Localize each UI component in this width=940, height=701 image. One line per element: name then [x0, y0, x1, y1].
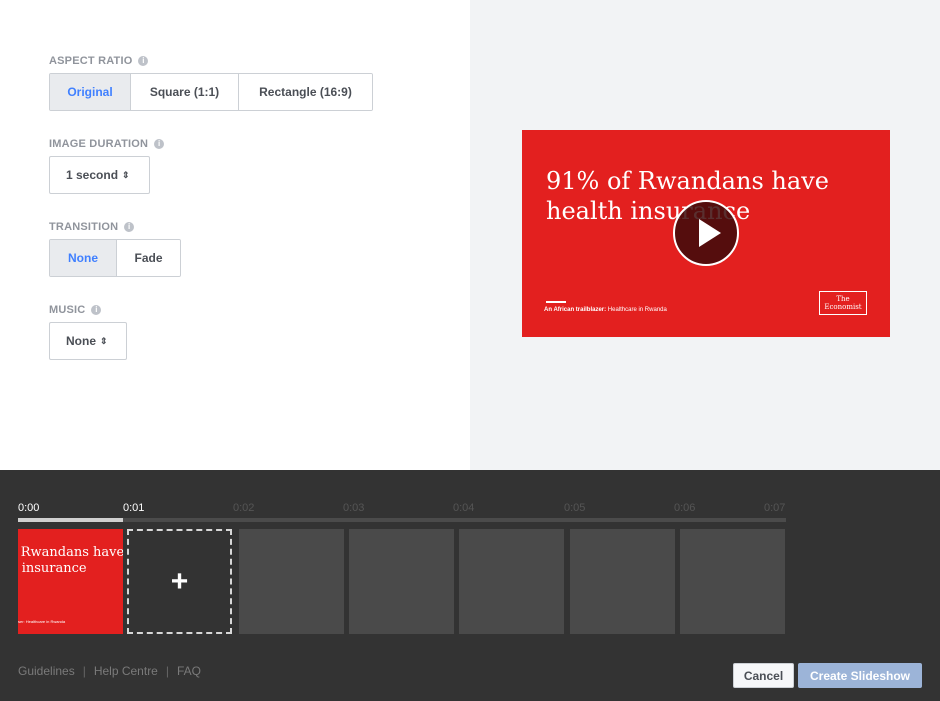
transition-label: TRANSITION i	[49, 221, 135, 233]
image-duration-dropdown[interactable]: 1 second ⇕	[49, 156, 150, 194]
slide-thumbnail[interactable]: of Rwandans have th insurance ser: Healt…	[18, 529, 123, 634]
aspect-rectangle-button[interactable]: Rectangle (16:9)	[239, 74, 372, 110]
aspect-ratio-label: ASPECT RATIO i	[49, 55, 149, 67]
timeline-tick: 0:06	[674, 502, 696, 514]
timeline-tick: 0:00	[18, 502, 40, 514]
music-label: MUSIC i	[49, 304, 102, 316]
thumbnail-text: of Rwandans have th insurance	[18, 545, 123, 576]
play-button[interactable]	[673, 200, 739, 266]
help-centre-link[interactable]: Help Centre	[94, 664, 158, 678]
create-slideshow-button[interactable]: Create Slideshow	[798, 663, 922, 688]
empty-slot	[239, 529, 344, 634]
empty-slot	[680, 529, 785, 634]
sort-caret-icon: ⇕	[100, 335, 108, 346]
timeline-tick: 0:03	[343, 502, 365, 514]
add-image-button[interactable]: +	[127, 529, 232, 634]
transition-selector: None Fade	[49, 239, 181, 277]
info-icon[interactable]: i	[124, 222, 135, 232]
timeline-panel: 0:00 0:01 0:02 0:03 0:04 0:05 0:06 0:07 …	[0, 470, 940, 701]
cancel-button[interactable]: Cancel	[733, 663, 794, 688]
timeline-progress	[18, 518, 124, 522]
guidelines-link[interactable]: Guidelines	[18, 664, 75, 678]
empty-slot	[459, 529, 564, 634]
preview-divider	[546, 301, 566, 303]
play-icon	[699, 219, 721, 247]
footer-links: Guidelines | Help Centre | FAQ	[18, 664, 201, 678]
faq-link[interactable]: FAQ	[177, 664, 201, 678]
info-icon[interactable]: i	[154, 139, 165, 149]
info-icon[interactable]: i	[91, 305, 102, 315]
thumbnail-caption: ser: Healthcare in Rwanda	[18, 619, 66, 624]
empty-slot	[349, 529, 454, 634]
timeline-tick: 0:02	[233, 502, 255, 514]
link-separator: |	[82, 664, 86, 678]
timeline-tick: 0:07	[764, 502, 786, 514]
sort-caret-icon: ⇕	[122, 169, 130, 180]
economist-logo: The Economist	[819, 291, 867, 315]
preview-caption: An African trailblazer: Healthcare in Rw…	[544, 307, 667, 313]
aspect-original-button[interactable]: Original	[50, 74, 131, 110]
info-icon[interactable]: i	[138, 56, 149, 66]
timeline-tick: 0:01	[123, 502, 145, 514]
settings-and-preview: ASPECT RATIO i Original Square (1:1) Rec…	[0, 0, 940, 470]
aspect-square-button[interactable]: Square (1:1)	[131, 74, 239, 110]
transition-none-button[interactable]: None	[50, 240, 117, 276]
slideshow-preview: 91% of Rwandans have health insurance An…	[522, 130, 890, 337]
transition-fade-button[interactable]: Fade	[117, 240, 180, 276]
image-duration-label: IMAGE DURATION i	[49, 138, 165, 150]
plus-icon: +	[170, 564, 189, 598]
link-separator: |	[165, 664, 169, 678]
empty-slot	[570, 529, 675, 634]
music-dropdown[interactable]: None ⇕	[49, 322, 127, 360]
aspect-ratio-selector: Original Square (1:1) Rectangle (16:9)	[49, 73, 373, 111]
timeline-tick: 0:05	[564, 502, 586, 514]
timeline-tick: 0:04	[453, 502, 475, 514]
settings-pane: ASPECT RATIO i Original Square (1:1) Rec…	[0, 0, 470, 470]
timeline-track[interactable]	[18, 518, 786, 522]
